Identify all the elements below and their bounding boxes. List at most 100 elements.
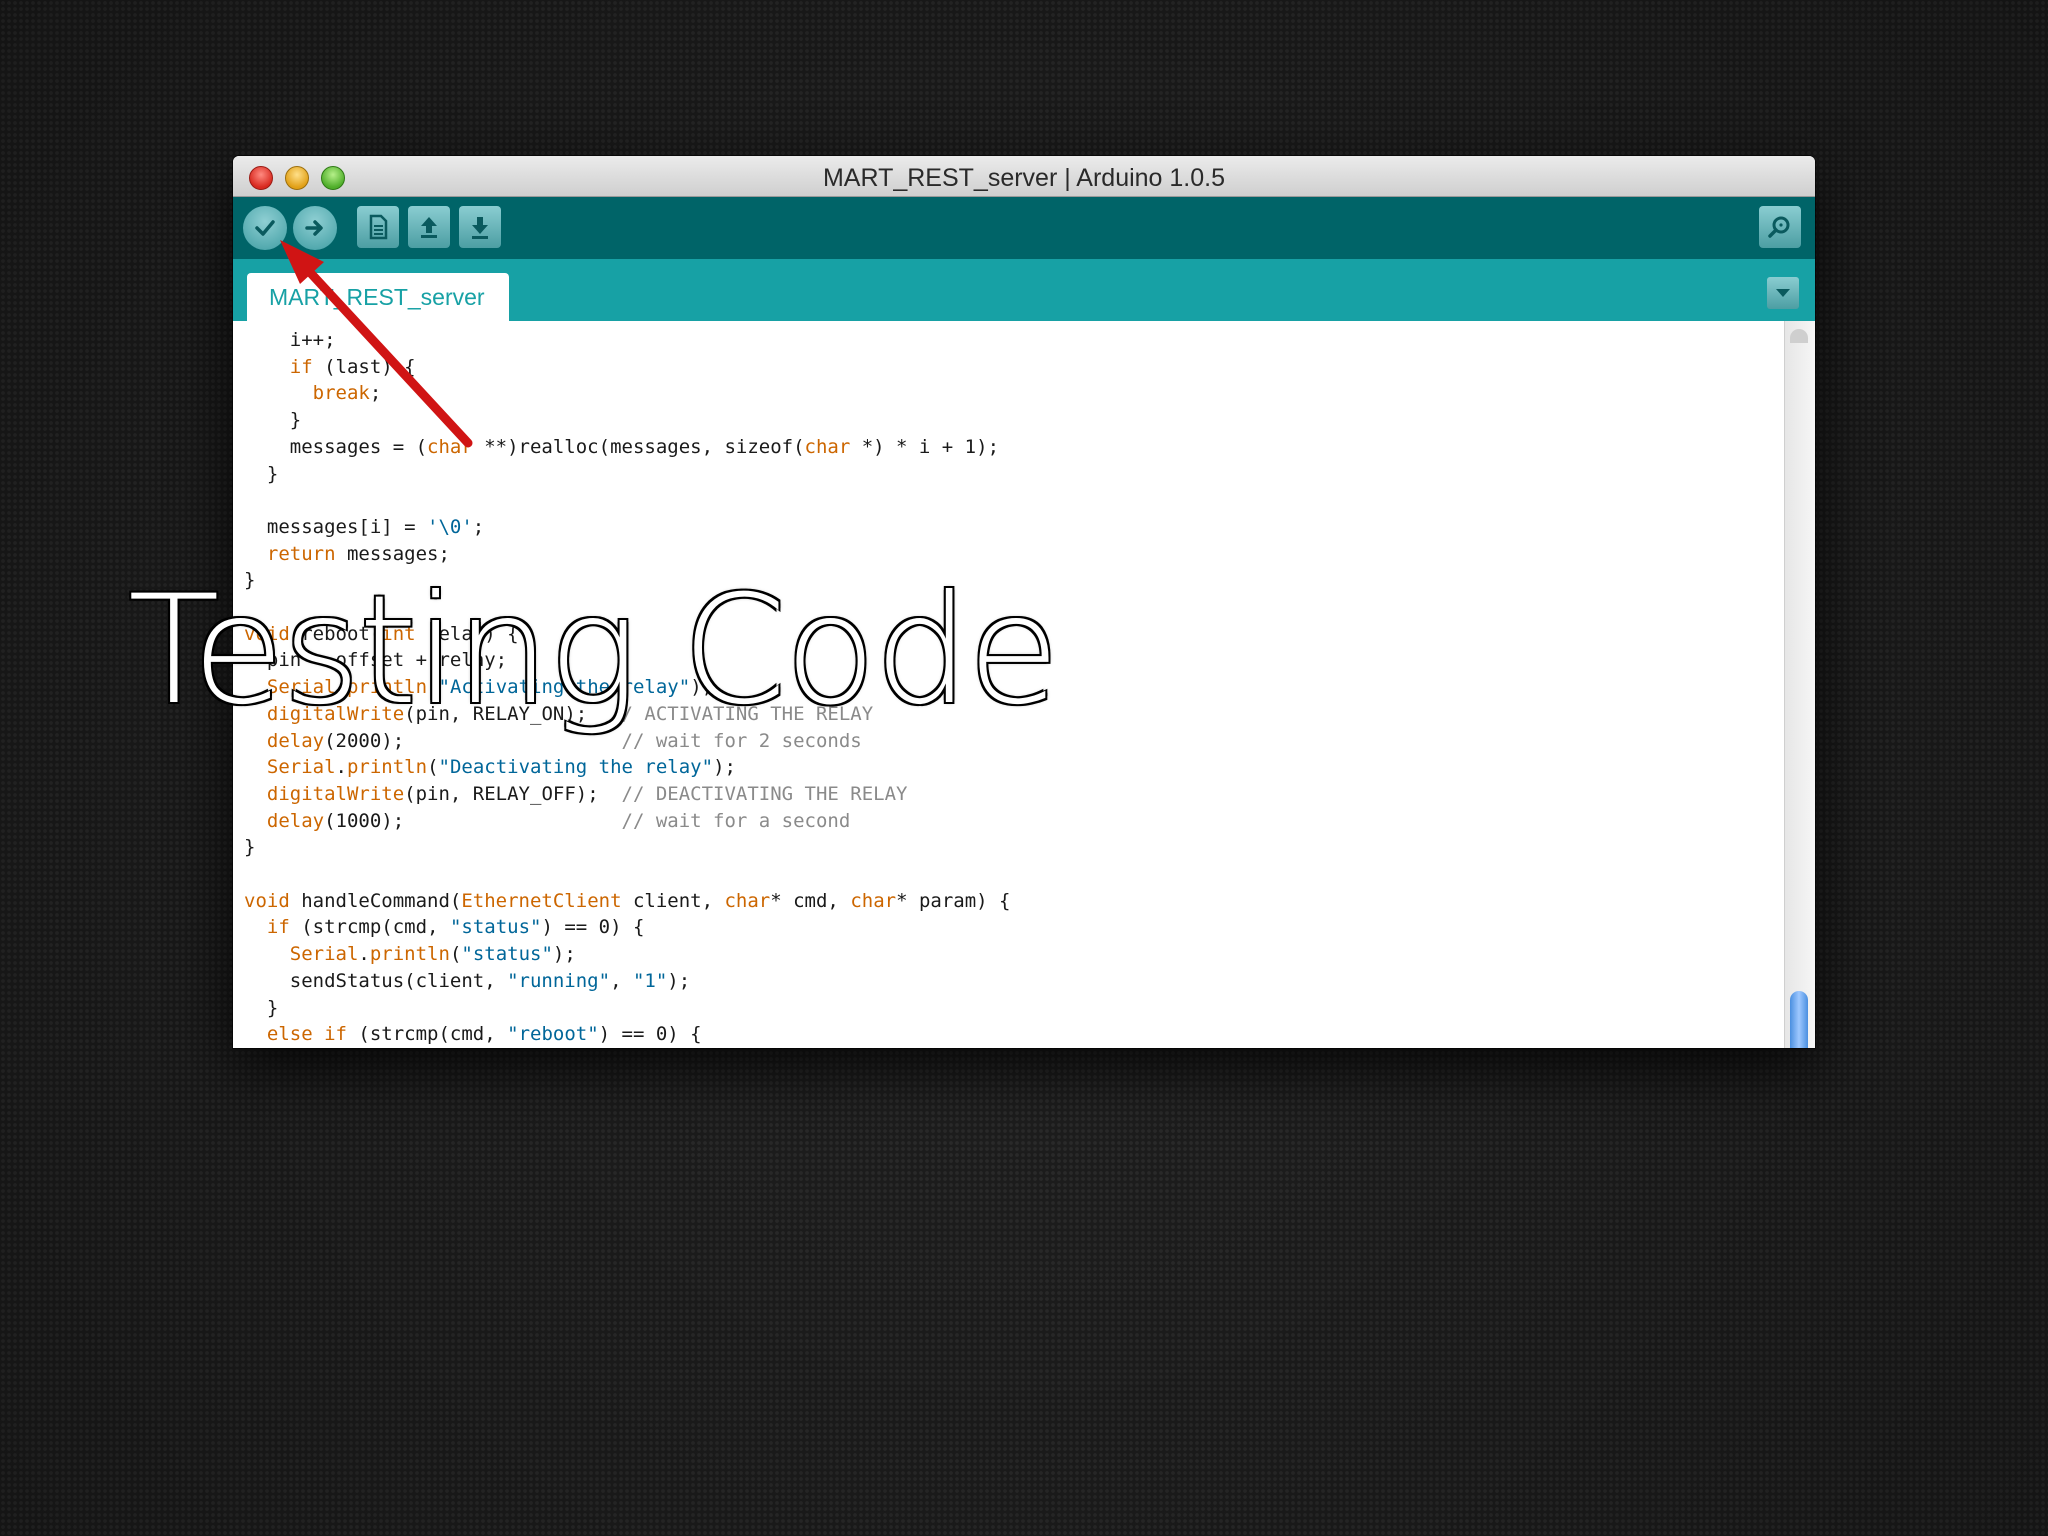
code-token: . — [335, 756, 347, 779]
code-token: // wait for a second — [621, 809, 851, 832]
serial-monitor-button[interactable] — [1759, 206, 1801, 248]
code-token: println — [369, 943, 450, 966]
code-token: *) * i + 1); — [850, 435, 1000, 458]
code-token: , — [610, 969, 633, 992]
code-token: handleCommand( — [289, 889, 462, 912]
tab-mart-rest-server[interactable]: MART_REST_server — [247, 273, 509, 321]
code-token: (1000); — [324, 809, 622, 832]
code-token: ; — [472, 515, 485, 538]
magnifier-icon — [1768, 216, 1790, 238]
code-token: ) == 0) { — [598, 1023, 702, 1046]
code-line: Serial.println("Deactivating the relay")… — [244, 754, 736, 780]
code-line: sendStatus(client, "running", "1"); — [244, 968, 690, 994]
code-token: . — [358, 943, 370, 966]
code-token: "1" — [632, 969, 668, 992]
code-token: "Deactivating the relay" — [438, 756, 714, 779]
code-line: } — [244, 995, 278, 1021]
code-token: (pin, RELAY_OFF); — [404, 782, 622, 805]
save-icon — [472, 217, 488, 239]
code-line: if (strcmp(cmd, "status") == 0) { — [244, 914, 645, 940]
code-token: } — [244, 996, 279, 1019]
code-token: digitalWrite — [266, 782, 405, 805]
verify-icon — [255, 220, 275, 236]
code-token: delay — [266, 809, 325, 832]
title-bar[interactable]: MART_REST_server | Arduino 1.0.5 — [233, 156, 1815, 197]
code-token: char — [724, 889, 771, 912]
code-token: return — [266, 542, 336, 565]
new-sketch-button[interactable] — [357, 206, 399, 248]
code-token: "running" — [507, 969, 611, 992]
code-token: client, — [621, 889, 725, 912]
code-line: i++; — [244, 327, 336, 353]
scrollbar-cap — [1790, 329, 1808, 343]
code-line: } — [244, 834, 255, 860]
tab-bar: MART_REST_server — [233, 259, 1815, 321]
code-line: messages[i] = '\0'; — [244, 514, 484, 540]
code-line: } — [244, 461, 278, 487]
code-token: (last) { — [312, 355, 416, 378]
code-line: return messages; — [244, 541, 450, 567]
code-token: Serial — [289, 943, 359, 966]
code-token: ( — [449, 943, 462, 966]
toolbar — [233, 197, 1815, 259]
code-line: else if (strcmp(cmd, "reboot") == 0) { — [244, 1021, 702, 1047]
vertical-scrollbar[interactable] — [1784, 321, 1815, 1048]
code-token: } — [244, 409, 302, 432]
code-token: **)realloc(messages, sizeof( — [472, 435, 805, 458]
code-token: "status" — [449, 916, 542, 939]
code-token: } — [244, 836, 256, 859]
code-token: break — [312, 382, 370, 405]
scrollbar-thumb[interactable] — [1790, 991, 1808, 1048]
chevron-down-icon — [1776, 289, 1790, 297]
code-token: * param) { — [896, 889, 1011, 912]
code-line: delay(1000); // wait for a second — [244, 808, 850, 834]
code-token: sendStatus(client, — [244, 969, 508, 992]
code-token: else if — [266, 1023, 347, 1046]
code-token: println — [346, 756, 428, 779]
code-token: // DEACTIVATING THE RELAY — [621, 782, 908, 805]
code-token: * cmd, — [770, 889, 851, 912]
code-token: Serial — [266, 756, 336, 779]
code-token: "status" — [461, 943, 553, 966]
code-token: (strcmp(cmd, — [346, 1023, 508, 1046]
code-token: if — [289, 355, 313, 378]
code-token: ); — [713, 756, 736, 779]
code-token: ( — [427, 756, 439, 779]
code-token: EthernetClient — [461, 889, 622, 912]
code-line: void handleCommand(EthernetClient client… — [244, 888, 1010, 914]
code-token: char — [427, 435, 473, 458]
upload-icon — [305, 220, 323, 236]
code-token: ); — [667, 969, 691, 992]
open-icon — [421, 217, 437, 238]
code-line: Serial.println("status"); — [244, 941, 576, 967]
window-title: MART_REST_server | Arduino 1.0.5 — [822, 164, 1226, 192]
code-token: char — [850, 889, 897, 912]
code-token: void — [244, 889, 290, 912]
open-sketch-button[interactable] — [408, 206, 450, 248]
code-token: (strcmp(cmd, — [289, 916, 450, 939]
code-line: messages = (char **)realloc(messages, si… — [244, 434, 999, 460]
code-token: char — [804, 435, 851, 458]
code-token: } — [244, 462, 279, 485]
code-token: "reboot" — [507, 1023, 599, 1046]
new-icon — [369, 214, 388, 240]
code-token: ) == 0) { — [541, 916, 645, 939]
code-token: ; — [369, 382, 382, 405]
code-token: i++; — [244, 329, 336, 351]
code-token: messages; — [335, 542, 450, 565]
code-token: '\0' — [427, 515, 473, 538]
upload-button[interactable] — [293, 206, 337, 250]
code-line: break; — [244, 380, 382, 406]
tab-menu-button[interactable] — [1767, 277, 1799, 309]
save-sketch-button[interactable] — [459, 206, 501, 248]
verify-button[interactable] — [243, 206, 287, 250]
